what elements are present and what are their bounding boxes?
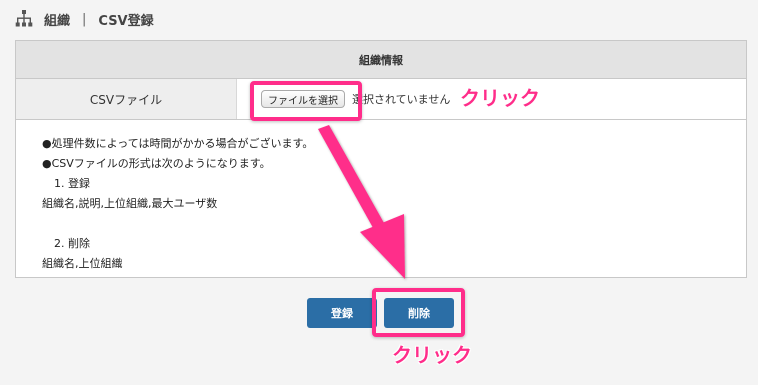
info-item2-fields: 組織名,上位組織 (42, 257, 123, 270)
info-item1-fields: 組織名,説明,上位組織,最大ユーザ数 (42, 197, 218, 210)
org-chart-icon (15, 10, 33, 27)
breadcrumb-section[interactable]: 組織 (44, 10, 70, 29)
page-title: CSV登録 (98, 13, 154, 29)
delete-button-highlight (372, 288, 465, 337)
csv-file-label: CSVファイル (16, 79, 237, 119)
org-info-panel: 組織情報 CSVファイル ファイルを選択 選択されていません ●処理件数によって… (15, 40, 747, 278)
file-button-highlight (250, 81, 362, 121)
breadcrumb-header: 組織 | CSV登録 (14, 8, 154, 30)
click-annotation-top: クリック (460, 86, 540, 110)
info-line-processing: ●処理件数によっては時間がかかる場合がございます。 (42, 137, 314, 150)
info-line-format: ●CSVファイルの形式は次のようになります。 (42, 157, 271, 170)
info-item2-title: 2. 削除 (54, 237, 90, 250)
click-annotation-bottom: クリック (392, 343, 472, 367)
csv-format-info: ●処理件数によっては時間がかかる場合がございます。 ●CSVファイルの形式は次の… (16, 120, 746, 274)
csv-file-row: CSVファイル ファイルを選択 選択されていません (16, 79, 746, 120)
file-status-text: 選択されていません (352, 93, 451, 106)
info-item1-title: 1. 登録 (54, 177, 90, 190)
panel-title: 組織情報 (16, 41, 746, 79)
register-button[interactable]: 登録 (307, 298, 377, 328)
breadcrumb-separator: | (82, 11, 87, 27)
page: 組織 | CSV登録 組織情報 CSVファイル ファイルを選択 選択されていませ… (0, 0, 758, 385)
